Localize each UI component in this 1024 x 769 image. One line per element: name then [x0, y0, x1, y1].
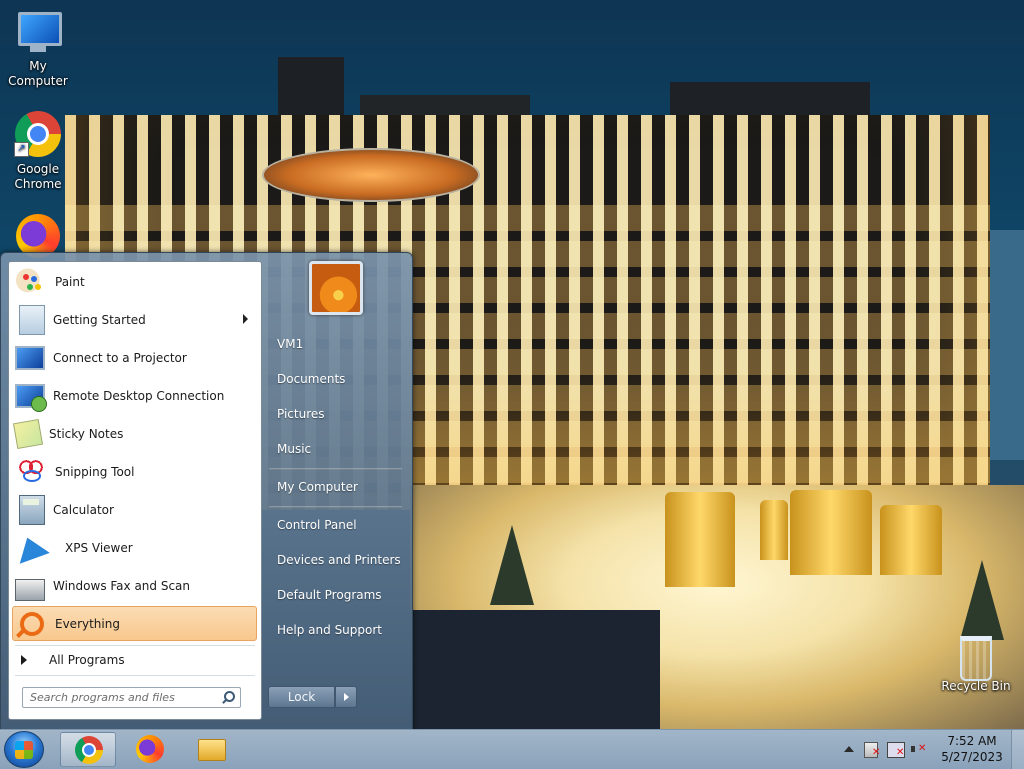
program-sticky-notes[interactable]: Sticky Notes: [12, 416, 257, 451]
computer-icon: [14, 8, 62, 56]
program-remote-desktop[interactable]: Remote Desktop Connection: [12, 378, 257, 413]
taskbar-chrome-button[interactable]: [60, 732, 116, 767]
program-getting-started[interactable]: Getting Started: [12, 302, 257, 337]
start-menu-programs-pane: Paint Getting Started Connect to a Proje…: [8, 261, 262, 720]
search-icon[interactable]: [219, 689, 237, 707]
user-picture[interactable]: [309, 261, 363, 315]
clock-date: 5/27/2023: [941, 750, 1003, 764]
start-link-default-programs[interactable]: Default Programs: [269, 581, 404, 609]
chrome-icon: ↗: [14, 111, 62, 159]
folder-icon: [198, 739, 226, 761]
start-menu: Paint Getting Started Connect to a Proje…: [0, 252, 413, 731]
start-link-user[interactable]: VM1: [269, 330, 404, 358]
projector-icon: [15, 345, 45, 370]
desktop-icon-google-chrome[interactable]: ↗ Google Chrome: [0, 111, 76, 192]
divider: [269, 468, 402, 470]
recycle-bin-icon: [952, 636, 1000, 684]
all-programs-button[interactable]: All Programs: [21, 651, 125, 669]
search-input[interactable]: [23, 690, 219, 705]
program-paint[interactable]: Paint: [12, 264, 257, 299]
firefox-icon: [136, 735, 164, 763]
remote-desktop-icon: [15, 383, 47, 412]
submenu-arrow-icon: [243, 314, 248, 324]
taskbar: 7:52 AM 5/27/2023: [0, 729, 1024, 769]
expand-arrow-icon: [21, 655, 27, 665]
calculator-icon: [19, 494, 45, 525]
program-xps-viewer[interactable]: XPS Viewer: [12, 530, 257, 565]
shutdown-options-arrow-button[interactable]: [335, 686, 357, 708]
start-link-my-computer[interactable]: My Computer: [269, 473, 404, 501]
getting-started-icon: [19, 304, 45, 335]
sticky-notes-icon: [12, 418, 44, 449]
start-search-box[interactable]: [22, 687, 241, 708]
desktop-icon-recycle-bin[interactable]: Recycle Bin: [938, 630, 1014, 694]
taskbar-firefox-button[interactable]: [122, 732, 178, 767]
snipping-tool-icon: [15, 455, 47, 488]
everything-icon: [15, 608, 47, 640]
volume-icon[interactable]: [911, 742, 927, 756]
taskbar-explorer-button[interactable]: [184, 732, 240, 767]
start-link-music[interactable]: Music: [269, 435, 404, 463]
show-hidden-icons-icon[interactable]: [844, 746, 854, 752]
program-snipping-tool[interactable]: Snipping Tool: [12, 454, 257, 489]
divider: [269, 506, 402, 508]
fax-scan-icon: [15, 578, 45, 601]
network-icon[interactable]: [887, 742, 905, 758]
start-link-pictures[interactable]: Pictures: [269, 400, 404, 428]
clock[interactable]: 7:52 AM 5/27/2023: [941, 733, 1003, 765]
shortcut-arrow-icon: ↗: [14, 142, 29, 157]
start-link-help-support[interactable]: Help and Support: [269, 616, 404, 644]
program-calculator[interactable]: Calculator: [12, 492, 257, 527]
start-link-control-panel[interactable]: Control Panel: [269, 511, 404, 539]
start-link-documents[interactable]: Documents: [269, 365, 404, 393]
show-desktop-button[interactable]: [1011, 730, 1024, 769]
paint-icon: [15, 265, 47, 298]
xps-viewer-icon: [12, 531, 50, 564]
divider: [15, 675, 255, 676]
program-connect-to-projector[interactable]: Connect to a Projector: [12, 340, 257, 375]
start-button[interactable]: [4, 731, 44, 768]
start-link-devices-printers[interactable]: Devices and Printers: [269, 546, 404, 574]
divider: [15, 645, 255, 646]
desktop-icon-my-computer[interactable]: My Computer: [0, 8, 76, 89]
action-center-icon[interactable]: [864, 742, 880, 758]
lock-button[interactable]: Lock: [268, 686, 335, 708]
clock-time: 7:52 AM: [947, 734, 997, 748]
program-everything[interactable]: Everything: [12, 606, 257, 641]
system-tray: 7:52 AM 5/27/2023: [839, 730, 1024, 769]
program-fax-and-scan[interactable]: Windows Fax and Scan: [12, 568, 257, 603]
chrome-icon: [75, 736, 103, 764]
